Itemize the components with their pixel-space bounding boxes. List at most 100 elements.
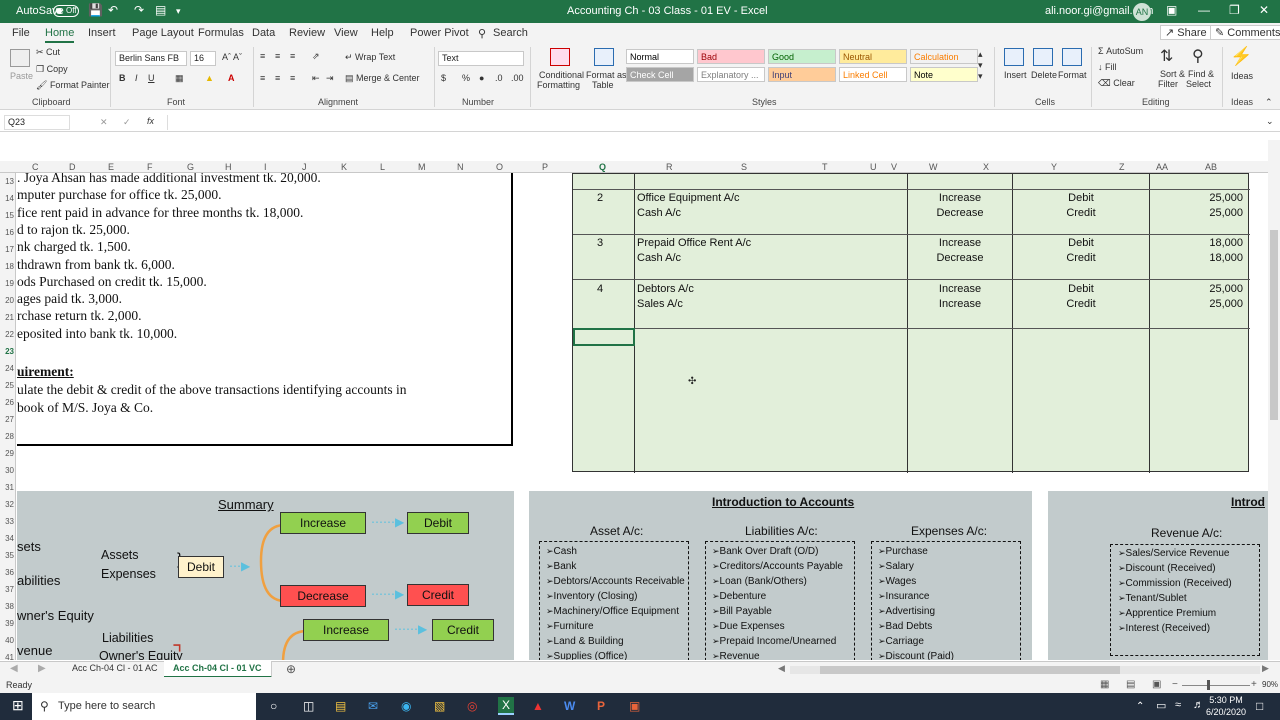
column-header-e[interactable]: E: [108, 162, 114, 172]
form-icon[interactable]: ▤: [155, 3, 166, 17]
save-icon[interactable]: 💾: [88, 3, 103, 17]
hscroll-right-icon[interactable]: ▶: [1262, 663, 1269, 674]
orientation-icon[interactable]: ⇗: [312, 51, 320, 62]
column-header-w[interactable]: W: [929, 162, 938, 172]
tab-insert[interactable]: Insert: [88, 27, 116, 39]
sort-filter-icon[interactable]: ⇅: [1160, 46, 1173, 66]
align-center-icon[interactable]: ≡: [275, 73, 280, 83]
undo-icon[interactable]: ↶: [108, 3, 118, 17]
horizontal-scrollbar[interactable]: [790, 666, 1260, 674]
find-select-button-2[interactable]: Select: [1186, 79, 1211, 89]
zoom-slider[interactable]: [1182, 685, 1250, 686]
comments-button[interactable]: ✎ Comments: [1210, 25, 1280, 40]
row-header-37[interactable]: 37: [0, 585, 14, 594]
clock-date[interactable]: 6/20/2020: [1206, 707, 1246, 717]
next-sheet-icon[interactable]: ▶: [38, 663, 46, 674]
page-layout-view-icon[interactable]: ▤: [1126, 679, 1135, 690]
number-format-select[interactable]: Text: [438, 51, 524, 66]
search-icon[interactable]: ⚲: [478, 27, 486, 40]
cell-style-note[interactable]: Note: [910, 67, 978, 82]
increase-decimal-icon[interactable]: .0: [495, 73, 503, 83]
sheet-tab-ac[interactable]: Acc Ch-04 Cl - 01 AC: [60, 661, 171, 677]
column-header-x[interactable]: X: [983, 162, 989, 172]
row-header-28[interactable]: 28: [0, 432, 14, 441]
underline-button[interactable]: U: [148, 73, 155, 83]
font-size-select[interactable]: 16: [190, 51, 216, 66]
zoom-in-icon[interactable]: +: [1251, 679, 1257, 690]
tab-view[interactable]: View: [334, 27, 358, 39]
row-header-16[interactable]: 16: [0, 228, 14, 237]
customize-toolbar-icon[interactable]: ▾: [176, 6, 181, 17]
row-header-25[interactable]: 25: [0, 381, 14, 390]
edge-icon[interactable]: ◉: [401, 699, 411, 713]
column-header-d[interactable]: D: [69, 162, 76, 172]
share-button[interactable]: ↗ Share: [1160, 25, 1212, 40]
selected-cell-q23[interactable]: [573, 328, 635, 346]
insert-cells-button[interactable]: Insert: [1004, 70, 1027, 80]
paste-icon[interactable]: [10, 49, 30, 67]
formula-input[interactable]: [167, 115, 1267, 130]
format-painter-button[interactable]: 🖌 Format Painter: [36, 80, 109, 91]
row-header-22[interactable]: 22: [0, 330, 14, 339]
clear-button[interactable]: ⌫ Clear: [1098, 78, 1135, 89]
sheet-tab-vc[interactable]: Acc Ch-04 Cl - 01 VC: [164, 661, 272, 678]
chrome-icon[interactable]: ◎: [467, 699, 477, 713]
row-header-29[interactable]: 29: [0, 449, 14, 458]
find-select-button[interactable]: Find &: [1188, 69, 1214, 79]
decrease-indent-icon[interactable]: ⇤: [312, 73, 320, 84]
enter-icon[interactable]: ✓: [123, 117, 131, 128]
name-box[interactable]: Q23: [4, 115, 70, 130]
word-icon[interactable]: W: [564, 699, 575, 713]
expand-formula-icon[interactable]: ⌄: [1266, 116, 1274, 127]
fill-color-icon[interactable]: ▲: [205, 73, 214, 83]
percent-icon[interactable]: %: [462, 73, 470, 83]
conditional-formatting-icon[interactable]: [550, 48, 570, 66]
column-header-r[interactable]: R: [666, 162, 673, 172]
redo-icon[interactable]: ↷: [134, 3, 144, 17]
row-header-23[interactable]: 23: [0, 347, 14, 356]
decrease-decimal-icon[interactable]: .00: [511, 73, 524, 83]
column-header-j[interactable]: J: [302, 162, 307, 172]
close-icon[interactable]: ✕: [1259, 3, 1269, 17]
grow-font-icon[interactable]: Aˆ Aˇ: [222, 52, 242, 62]
row-header-20[interactable]: 20: [0, 296, 14, 305]
cell-style-input[interactable]: Input: [768, 67, 836, 82]
merge-center-button[interactable]: ▤ Merge & Center: [345, 73, 420, 84]
wrap-text-button[interactable]: ↵ Wrap Text: [345, 52, 395, 63]
middle-align-icon[interactable]: ≡: [275, 51, 280, 61]
cell-style-bad[interactable]: Bad: [697, 49, 765, 64]
column-header-z[interactable]: Z: [1119, 162, 1125, 172]
column-header-k[interactable]: K: [341, 162, 347, 172]
hscroll-left-icon[interactable]: ◀: [778, 663, 785, 674]
insert-cells-icon[interactable]: [1004, 48, 1024, 66]
camtasia-icon[interactable]: ▣: [629, 699, 640, 713]
cell-style-linked-cell[interactable]: Linked Cell: [839, 67, 907, 82]
row-header-32[interactable]: 32: [0, 500, 14, 509]
column-header-h[interactable]: H: [225, 162, 232, 172]
taskbar-search-input[interactable]: Type here to search: [58, 700, 155, 712]
row-header-15[interactable]: 15: [0, 211, 14, 220]
store-icon[interactable]: ▤: [335, 699, 346, 713]
zoom-out-icon[interactable]: −: [1172, 679, 1178, 690]
column-header-ab[interactable]: AB: [1205, 162, 1217, 172]
cell-style-normal[interactable]: Normal: [626, 49, 694, 64]
paste-button[interactable]: Paste: [10, 71, 33, 81]
tab-data[interactable]: Data: [252, 27, 275, 39]
column-header-l[interactable]: L: [380, 162, 385, 172]
wifi-icon[interactable]: ≈: [1175, 699, 1181, 711]
tab-review[interactable]: Review: [289, 27, 325, 39]
row-header-27[interactable]: 27: [0, 415, 14, 424]
column-header-n[interactable]: N: [457, 162, 464, 172]
powerpoint-icon[interactable]: P: [597, 699, 605, 713]
search-box[interactable]: Search: [493, 27, 528, 39]
scrollbar-thumb[interactable]: [820, 666, 1120, 674]
row-header-36[interactable]: 36: [0, 568, 14, 577]
tab-power-pivot[interactable]: Power Pivot: [410, 27, 469, 39]
comma-icon[interactable]: ●: [479, 73, 484, 83]
clock-time[interactable]: 5:30 PM: [1208, 695, 1244, 705]
tab-help[interactable]: Help: [371, 27, 394, 39]
row-header-38[interactable]: 38: [0, 602, 14, 611]
ideas-icon[interactable]: ⚡: [1230, 46, 1252, 67]
tab-home[interactable]: Home: [45, 27, 75, 43]
column-header-aa[interactable]: AA: [1156, 162, 1168, 172]
